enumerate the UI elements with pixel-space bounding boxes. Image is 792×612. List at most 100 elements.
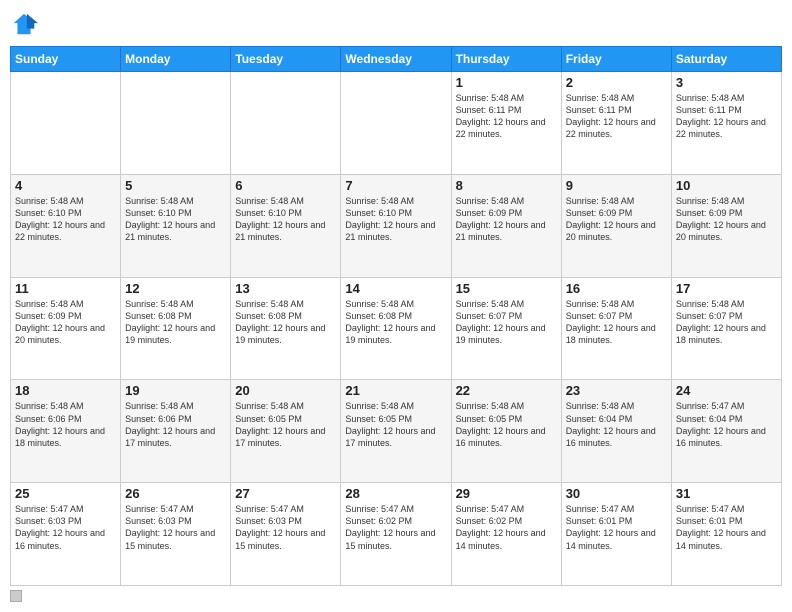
week-row-2: 11 Sunrise: 5:48 AM Sunset: 6:09 PM Dayli… (11, 277, 782, 380)
day-info: Sunrise: 5:48 AM Sunset: 6:10 PM Dayligh… (345, 195, 446, 244)
day-info: Sunrise: 5:48 AM Sunset: 6:09 PM Dayligh… (456, 195, 557, 244)
day-number: 24 (676, 383, 777, 398)
day-number: 20 (235, 383, 336, 398)
day-cell: 2 Sunrise: 5:48 AM Sunset: 6:11 PM Daylig… (561, 72, 671, 175)
day-cell: 22Sunrise: 5:48 AM Sunset: 6:05 PM Dayli… (451, 380, 561, 483)
day-number: 22 (456, 383, 557, 398)
day-cell: 21Sunrise: 5:48 AM Sunset: 6:05 PM Dayli… (341, 380, 451, 483)
day-cell: 1 Sunrise: 5:48 AM Sunset: 6:11 PM Daylig… (451, 72, 561, 175)
day-cell: 20 Sunrise: 5:48 AM Sunset: 6:05 PM Dayli… (231, 380, 341, 483)
col-header-monday: Monday (121, 47, 231, 72)
day-number: 21 (345, 383, 446, 398)
day-number: 13 (235, 281, 336, 296)
day-info: Sunrise: 5:48 AM Sunset: 6:11 PM Dayligh… (456, 92, 557, 141)
day-number: 17 (676, 281, 777, 296)
day-cell: 5 Sunrise: 5:48 AM Sunset: 6:10 PM Daylig… (121, 174, 231, 277)
day-info: Sunrise: 5:48 AM Sunset: 6:07 PM Dayligh… (676, 298, 777, 347)
day-info: Sunrise: 5:48 AM Sunset: 6:06 PM Dayligh… (125, 400, 226, 449)
day-number: 14 (345, 281, 446, 296)
day-info: Sunrise: 5:47 AM Sunset: 6:03 PM Dayligh… (235, 503, 336, 552)
day-cell: 9 Sunrise: 5:48 AM Sunset: 6:09 PM Daylig… (561, 174, 671, 277)
day-cell: 16 Sunrise: 5:48 AM Sunset: 6:07 PM Dayli… (561, 277, 671, 380)
day-cell: 25 Sunrise: 5:47 AM Sunset: 6:03 PM Dayli… (11, 483, 121, 586)
day-info: Sunrise: 5:47 AM Sunset: 6:01 PM Dayligh… (566, 503, 667, 552)
day-info: Sunrise: 5:48 AM Sunset: 6:08 PM Dayligh… (345, 298, 446, 347)
day-cell: 23 Sunrise: 5:48 AM Sunset: 6:04 PM Dayli… (561, 380, 671, 483)
day-cell: 11 Sunrise: 5:48 AM Sunset: 6:09 PM Dayli… (11, 277, 121, 380)
week-row-3: 18 Sunrise: 5:48 AM Sunset: 6:06 PM Dayli… (11, 380, 782, 483)
daylight-box (10, 590, 22, 602)
day-number: 10 (676, 178, 777, 193)
col-header-wednesday: Wednesday (341, 47, 451, 72)
day-number: 23 (566, 383, 667, 398)
day-number: 31 (676, 486, 777, 501)
day-cell: 4Sunrise: 5:48 AM Sunset: 6:10 PM Daylig… (11, 174, 121, 277)
header-row: SundayMondayTuesdayWednesdayThursdayFrid… (11, 47, 782, 72)
day-number: 12 (125, 281, 226, 296)
day-info: Sunrise: 5:47 AM Sunset: 6:03 PM Dayligh… (15, 503, 116, 552)
day-cell: 17 Sunrise: 5:48 AM Sunset: 6:07 PM Dayli… (671, 277, 781, 380)
day-number: 15 (456, 281, 557, 296)
day-cell (341, 72, 451, 175)
day-number: 8 (456, 178, 557, 193)
day-info: Sunrise: 5:48 AM Sunset: 6:08 PM Dayligh… (125, 298, 226, 347)
day-number: 7 (345, 178, 446, 193)
week-row-4: 25 Sunrise: 5:47 AM Sunset: 6:03 PM Dayli… (11, 483, 782, 586)
day-number: 2 (566, 75, 667, 90)
day-cell: 7 Sunrise: 5:48 AM Sunset: 6:10 PM Daylig… (341, 174, 451, 277)
day-number: 16 (566, 281, 667, 296)
day-number: 11 (15, 281, 116, 296)
day-number: 25 (15, 486, 116, 501)
day-number: 27 (235, 486, 336, 501)
day-info: Sunrise: 5:48 AM Sunset: 6:08 PM Dayligh… (235, 298, 336, 347)
day-number: 4 (15, 178, 116, 193)
day-cell: 24 Sunrise: 5:47 AM Sunset: 6:04 PM Dayli… (671, 380, 781, 483)
day-cell: 10 Sunrise: 5:48 AM Sunset: 6:09 PM Dayli… (671, 174, 781, 277)
day-number: 18 (15, 383, 116, 398)
day-info: Sunrise: 5:48 AM Sunset: 6:11 PM Dayligh… (566, 92, 667, 141)
day-number: 19 (125, 383, 226, 398)
day-cell: 14 Sunrise: 5:48 AM Sunset: 6:08 PM Dayli… (341, 277, 451, 380)
day-cell: 31Sunrise: 5:47 AM Sunset: 6:01 PM Dayli… (671, 483, 781, 586)
day-info: Sunrise: 5:47 AM Sunset: 6:03 PM Dayligh… (125, 503, 226, 552)
calendar: SundayMondayTuesdayWednesdayThursdayFrid… (10, 46, 782, 586)
day-number: 9 (566, 178, 667, 193)
day-cell (11, 72, 121, 175)
day-cell: 13 Sunrise: 5:48 AM Sunset: 6:08 PM Dayli… (231, 277, 341, 380)
day-info: Sunrise: 5:48 AM Sunset: 6:04 PM Dayligh… (566, 400, 667, 449)
day-info: Sunrise: 5:48 AM Sunset: 6:09 PM Dayligh… (676, 195, 777, 244)
day-cell (121, 72, 231, 175)
day-cell: 12 Sunrise: 5:48 AM Sunset: 6:08 PM Dayli… (121, 277, 231, 380)
day-number: 29 (456, 486, 557, 501)
day-cell: 3 Sunrise: 5:48 AM Sunset: 6:11 PM Daylig… (671, 72, 781, 175)
day-cell: 8 Sunrise: 5:48 AM Sunset: 6:09 PM Daylig… (451, 174, 561, 277)
day-cell: 28Sunrise: 5:47 AM Sunset: 6:02 PM Dayli… (341, 483, 451, 586)
day-cell: 18 Sunrise: 5:48 AM Sunset: 6:06 PM Dayli… (11, 380, 121, 483)
day-cell: 27 Sunrise: 5:47 AM Sunset: 6:03 PM Dayli… (231, 483, 341, 586)
day-info: Sunrise: 5:48 AM Sunset: 6:10 PM Dayligh… (235, 195, 336, 244)
col-header-thursday: Thursday (451, 47, 561, 72)
day-number: 3 (676, 75, 777, 90)
logo (10, 10, 42, 38)
day-number: 6 (235, 178, 336, 193)
day-info: Sunrise: 5:47 AM Sunset: 6:04 PM Dayligh… (676, 400, 777, 449)
day-info: Sunrise: 5:48 AM Sunset: 6:10 PM Dayligh… (125, 195, 226, 244)
day-cell: 15 Sunrise: 5:48 AM Sunset: 6:07 PM Dayli… (451, 277, 561, 380)
day-info: Sunrise: 5:48 AM Sunset: 6:07 PM Dayligh… (456, 298, 557, 347)
page: SundayMondayTuesdayWednesdayThursdayFrid… (0, 0, 792, 612)
day-number: 1 (456, 75, 557, 90)
day-info: Sunrise: 5:48 AM Sunset: 6:09 PM Dayligh… (15, 298, 116, 347)
col-header-tuesday: Tuesday (231, 47, 341, 72)
day-info: Sunrise: 5:48 AM Sunset: 6:05 PM Dayligh… (235, 400, 336, 449)
day-number: 28 (345, 486, 446, 501)
col-header-saturday: Saturday (671, 47, 781, 72)
day-info: Sunrise: 5:48 AM Sunset: 6:07 PM Dayligh… (566, 298, 667, 347)
day-number: 5 (125, 178, 226, 193)
day-info: Sunrise: 5:48 AM Sunset: 6:09 PM Dayligh… (566, 195, 667, 244)
day-cell: 19 Sunrise: 5:48 AM Sunset: 6:06 PM Dayli… (121, 380, 231, 483)
day-info: Sunrise: 5:48 AM Sunset: 6:06 PM Dayligh… (15, 400, 116, 449)
day-cell: 6 Sunrise: 5:48 AM Sunset: 6:10 PM Daylig… (231, 174, 341, 277)
day-info: Sunrise: 5:48 AM Sunset: 6:11 PM Dayligh… (676, 92, 777, 141)
day-cell: 30Sunrise: 5:47 AM Sunset: 6:01 PM Dayli… (561, 483, 671, 586)
day-cell: 26Sunrise: 5:47 AM Sunset: 6:03 PM Dayli… (121, 483, 231, 586)
